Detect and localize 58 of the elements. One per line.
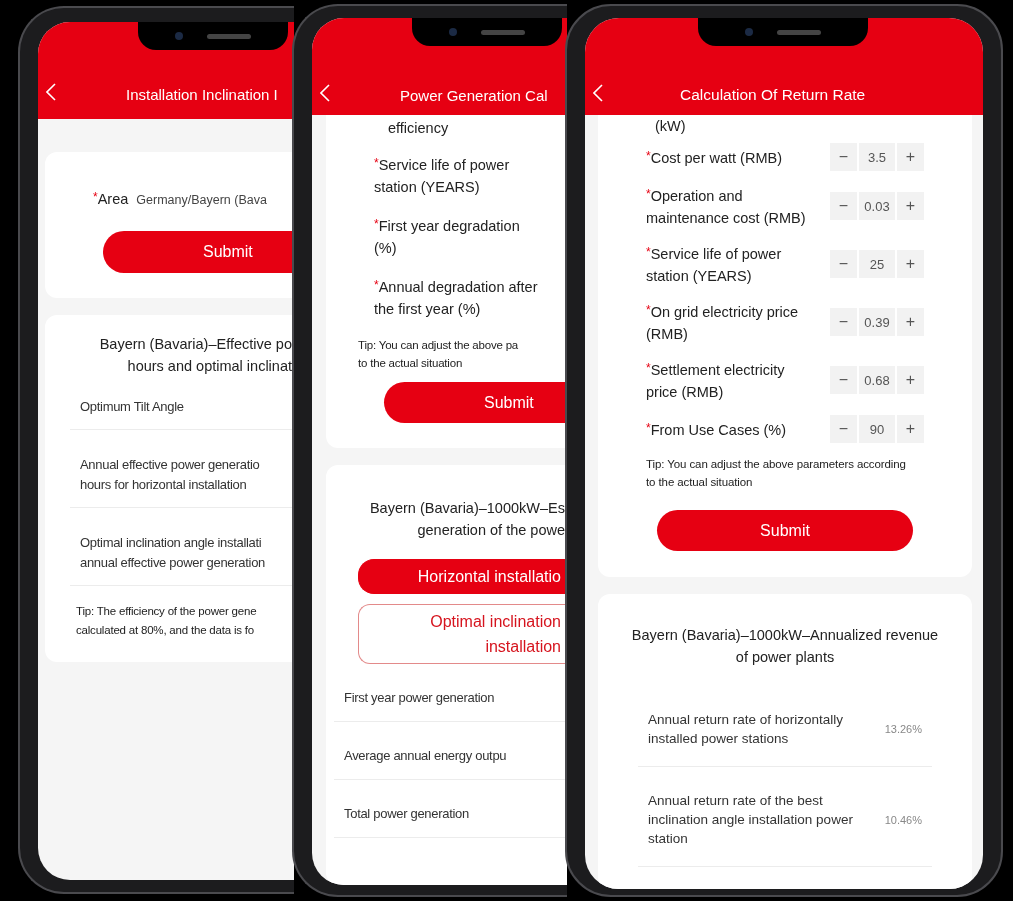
tip-text: Tip: You can adjust the above pa to the actual situation [357,338,520,371]
screen-title: Installation Inclination I [126,86,278,103]
minus-button[interactable]: − [830,366,857,394]
result-label: Optimal inclination angle installati annual effective power generation [80,534,265,572]
field-label: $^{*}$Area [93,190,129,207]
submit-button[interactable]: Submit [103,231,294,273]
stepper-value[interactable]: 0.39 [859,308,895,336]
result-label: Total power generation [344,805,469,823]
minus-button[interactable]: − [830,192,857,220]
screen-title: Power Generation Cal [400,87,548,104]
param-label: $^{*}$Operation and maintenance cost (RMB) [646,186,806,228]
result-label: Annual return rate of horizontally installed power stations [648,711,844,748]
result-label: Optimum Tilt Angle [80,398,184,416]
tip-text: Tip: You can adjust the above parameters according to the actual situation [645,457,907,490]
param-label: efficiency [387,119,450,138]
option-button[interactable]: Optimal inclination installation [358,604,567,664]
result-label: Average annual energy outpu [344,747,507,765]
screen-title: Calculation Of Return Rate [680,86,866,104]
plus-button[interactable]: + [897,415,924,443]
stepper-value[interactable]: 0.68 [859,366,895,394]
area-field[interactable]: Germany/Bayern (Bava [136,193,267,207]
plus-button[interactable]: + [897,192,924,220]
result-label: First year power generation [344,689,495,707]
plus-button[interactable]: + [897,366,924,394]
minus-button[interactable]: − [830,143,857,171]
param-label: $^{*}$On grid electricity price (RMB) [646,302,799,344]
result-label: Annual effective power generatio hours for horizontal installation [80,456,260,494]
stepper-value[interactable]: 0.03 [859,192,895,220]
param-label: (kW) [654,117,687,136]
plus-button[interactable]: + [897,143,924,171]
plus-button[interactable]: + [897,250,924,278]
plus-button[interactable]: + [897,308,924,336]
card-title: Bayern (Bavaria)–Effective po hours and optimal inclinat [98,335,293,376]
back-icon[interactable] [320,84,330,102]
minus-button[interactable]: − [830,250,857,278]
back-icon[interactable] [593,84,603,102]
stepper-value[interactable]: 3.5 [859,143,895,171]
stepper-value[interactable]: 90 [859,415,895,443]
param-label: $^{*}$Service life of power station (YEARS) [374,155,510,197]
back-icon[interactable] [46,83,56,101]
option-button[interactable]: Horizontal installatio [358,559,567,594]
submit-button[interactable]: Submit [384,382,567,423]
card-title: Bayern (Bavaria)–1000kW–Annualized revenue of power plants [630,626,940,667]
param-label: $^{*}$From Use Cases (%) [646,420,787,440]
param-label: $^{*}$First year degradation (%) [374,216,520,258]
result-label: Annual return rate of the best inclination angle installation power station [648,792,853,848]
tip-text: Tip: The efficiency of the power gene calculated at 80%, and the data is fo [75,604,258,638]
param-label: $^{*}$Settlement electricity price (RMB) [646,360,785,402]
minus-button[interactable]: − [830,308,857,336]
submit-button[interactable]: Submit [657,510,913,551]
result-value: 13.26% [884,723,923,735]
param-label: $^{*}$Cost per watt (RMB) [646,148,782,168]
card-title: Bayern (Bavaria)–1000kW–Es generation of the powe [368,499,566,540]
stepper-value[interactable]: 25 [859,250,895,278]
minus-button[interactable]: − [830,415,857,443]
param-label: $^{*}$Service life of power station (YEARS) [646,244,782,286]
result-value: 10.46% [884,813,923,826]
param-label: $^{*}$Annual degradation after the first year (%) [374,277,538,319]
